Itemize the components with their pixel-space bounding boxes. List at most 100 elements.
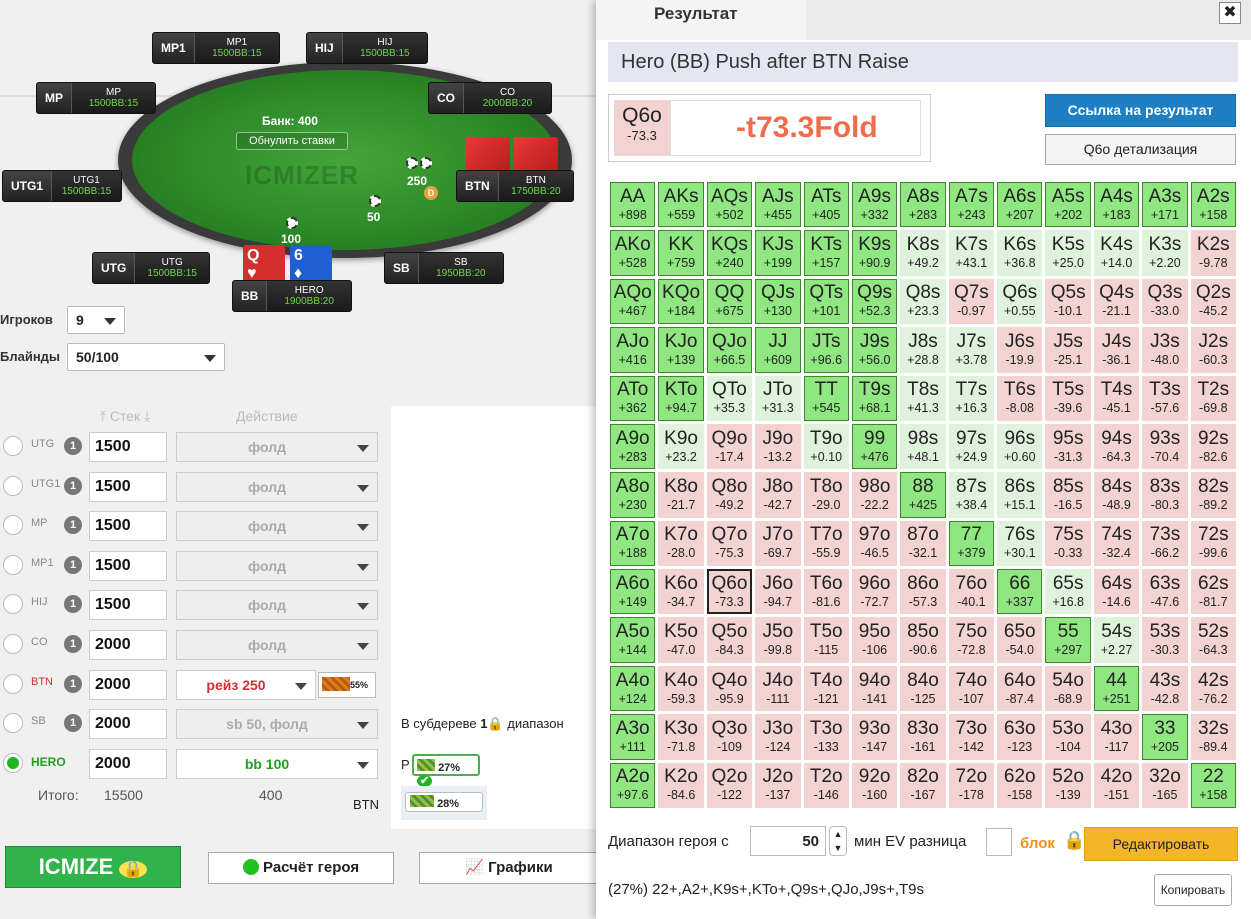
copy-button[interactable]: Копировать [1154,874,1232,906]
range-cell[interactable]: 74s -32.4 [1093,520,1140,567]
range-cell[interactable]: QJs +130 [755,278,801,325]
player-radio[interactable] [3,475,23,496]
range-cell[interactable]: A6s +207 [997,182,1043,228]
range-cell[interactable]: 64o -87.4 [997,665,1043,712]
range-cell[interactable]: 98s +48.1 [900,423,946,470]
range-cell[interactable]: A9s +332 [851,182,898,228]
range-cell[interactable]: 65s +16.8 [1045,569,1091,615]
range-cell[interactable]: 42o -151 [1093,762,1140,808]
range-cell[interactable]: T5o -115 [803,617,849,663]
range-cell[interactable]: Q6o -73.3 [706,569,753,615]
range-cell[interactable]: K9s +90.9 [851,230,898,276]
close-button[interactable]: ✖ [1219,2,1241,24]
range-cell[interactable]: 93o -147 [851,714,898,760]
seat-mp1[interactable]: MP1 MP1 1500BB:15 [152,32,280,64]
range-cell[interactable]: 83s -80.3 [1142,472,1188,518]
range-cell[interactable]: 32o -165 [1142,762,1188,808]
range-cell[interactable]: QTo +35.3 [706,375,753,421]
range-cell[interactable]: KQo +184 [658,278,704,325]
stack-input[interactable]: 2000 [89,748,167,779]
range-cell[interactable]: 94s -64.3 [1093,423,1140,470]
range-cell[interactable]: 76s +30.1 [997,520,1043,567]
range-cell[interactable]: 94o -141 [851,665,898,712]
range-cell[interactable]: KJs +199 [755,230,801,276]
range-cell[interactable]: 75s -0.33 [1045,520,1091,567]
range-cell[interactable]: K9o +23.2 [658,423,704,470]
range-cell[interactable]: Q5o -84.3 [706,617,753,663]
range-cell[interactable]: KQs +240 [706,230,753,276]
players-select[interactable]: 9 [67,306,125,334]
range-cell[interactable]: 22 +158 [1190,762,1236,808]
range-cell[interactable]: T7o -55.9 [803,520,849,567]
hero-calc-button[interactable]: Расчёт героя [208,852,394,884]
range-cell[interactable]: K2s -9.78 [1190,230,1236,276]
range-cell[interactable]: AJs +455 [755,182,801,228]
range-cell[interactable]: 97o -46.5 [851,520,898,567]
range-cell[interactable]: 76o -40.1 [948,569,995,615]
range-cell[interactable]: Q4s -21.1 [1093,278,1140,325]
range-cell[interactable]: Q8s +23.3 [900,278,946,325]
range-cell[interactable]: AKo +528 [610,230,656,276]
range-cell[interactable]: 32s -89.4 [1190,714,1236,760]
range-cell[interactable]: 97s +24.9 [948,423,995,470]
range-cell[interactable]: 95o -106 [851,617,898,663]
range-cell[interactable]: Q5s -10.1 [1045,278,1091,325]
stack-input[interactable]: 1500 [89,432,167,462]
range-cell[interactable]: J8o -42.7 [755,472,801,518]
range-cell[interactable]: K5o -47.0 [658,617,704,663]
range-cell[interactable]: 99 +476 [851,423,898,470]
range-cell[interactable]: J9s +56.0 [851,327,898,373]
action-select[interactable]: фолд [176,590,378,621]
range-cell[interactable]: 52s -64.3 [1190,617,1236,663]
range-cell[interactable]: T7s +16.3 [948,375,995,421]
range-cell[interactable]: A8o +230 [610,472,656,518]
range-spinner[interactable]: ▲ ▼ [829,826,847,856]
range-cell[interactable]: QTs +101 [803,278,849,325]
range-cell[interactable]: T6o -81.6 [803,569,849,615]
lock-icon[interactable]: 🔒 [1063,830,1085,851]
range-cell[interactable]: A9o +283 [610,423,656,470]
range-cell[interactable]: T2o -146 [803,762,849,808]
range-cell[interactable]: KTs +157 [803,230,849,276]
player-radio[interactable] [3,554,23,575]
range-cell[interactable]: AQs +502 [706,182,753,228]
stack-input[interactable]: 1500 [89,550,167,581]
stack-input[interactable]: 2000 [89,669,167,700]
range-cell[interactable]: T8s +41.3 [900,375,946,421]
range-cell[interactable]: A4o +124 [610,665,656,712]
action-select[interactable]: sb 50, фолд [176,709,378,740]
range-cell[interactable]: K6s +36.8 [997,230,1043,276]
range-cell[interactable]: J7o -69.7 [755,520,801,567]
range-cell[interactable]: 84o -125 [900,665,946,712]
range-cell[interactable]: A2s +158 [1190,182,1236,228]
stack-input[interactable]: 1500 [89,590,167,621]
action-select[interactable]: bb 100 [176,748,378,779]
range-cell[interactable]: Q6s +0.55 [997,278,1043,325]
range-cell[interactable]: J6o -94.7 [755,569,801,615]
action-select[interactable]: фолд [176,432,378,462]
range-cell[interactable]: A3o +111 [610,714,656,760]
range-cell[interactable]: 83o -161 [900,714,946,760]
range-cell[interactable]: 65o -54.0 [997,617,1043,663]
range-cell[interactable]: ATo +362 [610,375,656,421]
range-cell[interactable]: 86o -57.3 [900,569,946,615]
range-cell[interactable]: K5s +25.0 [1045,230,1091,276]
range-cell[interactable]: 72s -99.6 [1190,520,1236,567]
action-select[interactable]: фолд [176,471,378,502]
range-cell[interactable]: J3o -124 [755,714,801,760]
range-cell[interactable]: A5s +202 [1045,182,1091,228]
range-cell[interactable]: Q4o -95.9 [706,665,753,712]
tab-result[interactable]: Результат [596,0,806,40]
icmize-button[interactable]: ICMIZE 🔒 [5,846,181,888]
range-cell[interactable]: T5s -39.6 [1045,375,1091,421]
seat-mp[interactable]: MP MP 1500BB:15 [36,82,156,114]
action-select[interactable]: рейз 250 [176,669,316,700]
range-cell[interactable]: 44 +251 [1093,665,1140,712]
range-cell[interactable]: TT +545 [803,375,849,421]
range-cell[interactable]: A4s +183 [1093,182,1140,228]
range-cell[interactable]: 82o -167 [900,762,946,808]
player-radio[interactable] [3,673,23,694]
range-cell[interactable]: 64s -14.6 [1093,569,1140,615]
range-cell[interactable]: T3o -133 [803,714,849,760]
range-cell[interactable]: A7o +188 [610,520,656,567]
